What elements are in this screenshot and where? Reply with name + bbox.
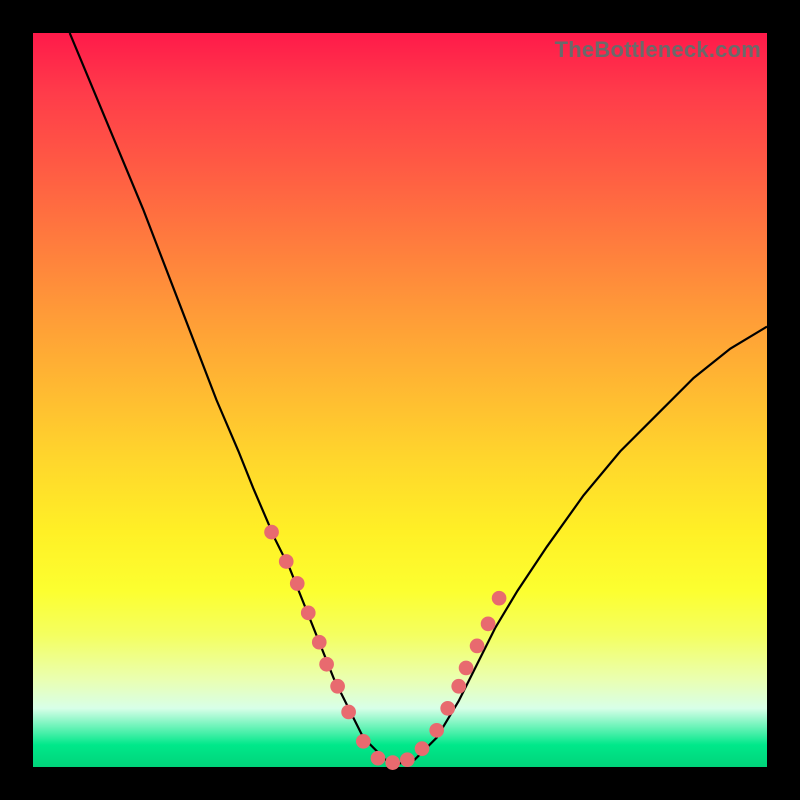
dot <box>341 705 356 720</box>
dot <box>415 741 430 756</box>
chart-svg <box>33 33 767 767</box>
dot <box>312 635 327 650</box>
dot <box>385 755 400 770</box>
dot <box>319 657 334 672</box>
dot <box>492 591 507 606</box>
dot <box>481 617 496 632</box>
dot <box>371 751 386 766</box>
dot <box>470 639 485 654</box>
dot <box>301 606 316 621</box>
dot <box>451 679 466 694</box>
plot-area: TheBottleneck.com <box>33 33 767 767</box>
dot <box>459 661 474 676</box>
curve-line <box>70 33 767 763</box>
dot <box>400 752 415 767</box>
dot <box>264 525 279 540</box>
dot <box>356 734 371 749</box>
dot <box>330 679 345 694</box>
dot <box>279 554 294 569</box>
dot <box>440 701 455 716</box>
dot <box>429 723 444 738</box>
chart-frame: TheBottleneck.com <box>0 0 800 800</box>
dot <box>290 576 305 591</box>
scatter-dots <box>264 525 506 770</box>
